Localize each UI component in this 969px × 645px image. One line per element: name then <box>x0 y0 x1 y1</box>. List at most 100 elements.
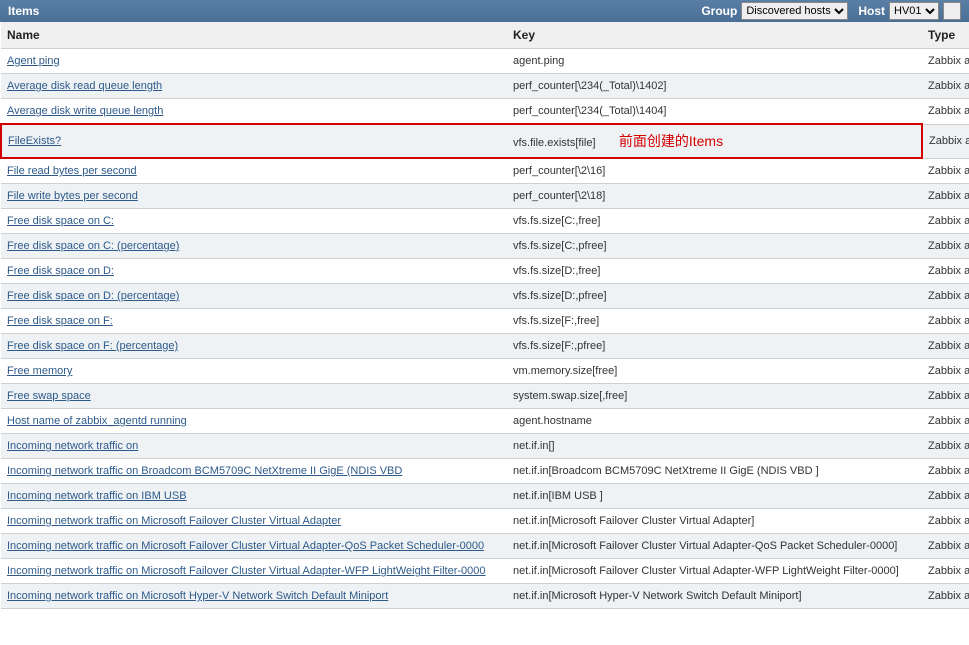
table-row: Free disk space on F: (percentage) vfs.fs… <box>1 334 969 359</box>
cell-type: Zabbix agent <box>922 99 969 125</box>
cell-key: vfs.fs.size[C:,free] <box>507 209 922 234</box>
cell-key: net.if.in[Microsoft Failover Cluster Vir… <box>507 559 922 584</box>
cell-type: Zabbix agent <box>922 534 969 559</box>
item-link[interactable]: Free disk space on F: (percentage) <box>7 340 178 352</box>
item-link[interactable]: Incoming network traffic on IBM USB <box>7 490 187 502</box>
cell-key: net.if.in[Microsoft Failover Cluster Vir… <box>507 509 922 534</box>
item-link[interactable]: Average disk read queue length <box>7 80 162 92</box>
item-key-text: vfs.file.exists[file] <box>513 137 596 149</box>
item-link[interactable]: Incoming network traffic on Microsoft Fa… <box>7 565 486 577</box>
item-link[interactable]: Incoming network traffic on Broadcom BCM… <box>7 465 402 477</box>
cell-name: Incoming network traffic on Broadcom BCM… <box>1 459 507 484</box>
item-link[interactable]: File write bytes per second <box>7 190 138 202</box>
item-link[interactable]: Incoming network traffic on Microsoft Fa… <box>7 540 484 552</box>
cell-name: File write bytes per second <box>1 184 507 209</box>
item-link[interactable]: Incoming network traffic on <box>7 440 138 452</box>
cell-name: Agent ping <box>1 49 507 74</box>
host-select[interactable]: HV01 <box>889 2 939 20</box>
cell-key: vfs.file.exists[file] 前面创建的Items <box>507 124 922 158</box>
col-header-type[interactable]: Type <box>922 22 969 49</box>
cell-type: Zabbix agent <box>922 434 969 459</box>
item-link[interactable]: Free disk space on F: <box>7 315 113 327</box>
cell-type: Zabbix agent <box>922 484 969 509</box>
cell-key: vfs.fs.size[F:,free] <box>507 309 922 334</box>
item-key-text: system.swap.size[,free] <box>513 390 627 402</box>
host-label: Host <box>858 4 885 18</box>
horizontal-scrollbar[interactable] <box>0 609 969 627</box>
cell-key: perf_counter[\2\18] <box>507 184 922 209</box>
item-key-text: perf_counter[\2\16] <box>513 165 605 177</box>
header-title: Items <box>8 4 39 18</box>
cell-name: Free memory <box>1 359 507 384</box>
item-link[interactable]: Agent ping <box>7 55 60 67</box>
annotation-text: 前面创建的Items <box>596 133 724 149</box>
item-key-text: net.if.in[Microsoft Hyper-V Network Swit… <box>513 590 802 602</box>
cell-type: Zabbix agent <box>922 124 969 158</box>
item-link[interactable]: Incoming network traffic on Microsoft Fa… <box>7 515 341 527</box>
cell-type: Zabbix agent <box>922 49 969 74</box>
item-link[interactable]: Free memory <box>7 365 72 377</box>
cell-name: Average disk write queue length <box>1 99 507 125</box>
table-row: Agent pingagent.pingZabbix agent <box>1 49 969 74</box>
cell-type: Zabbix agent <box>922 459 969 484</box>
col-header-name[interactable]: Name <box>1 22 507 49</box>
table-row: Host name of zabbix_agentd running agent.… <box>1 409 969 434</box>
group-select[interactable]: Discovered hosts <box>741 2 848 20</box>
table-row: Free disk space on F: vfs.fs.size[F:,free… <box>1 309 969 334</box>
cell-type: Zabbix agent <box>922 158 969 184</box>
col-header-key[interactable]: Key <box>507 22 922 49</box>
cell-name: FileExists? <box>1 124 507 158</box>
cell-key: net.if.in[] <box>507 434 922 459</box>
cell-type: Zabbix agent <box>922 509 969 534</box>
item-key-text: agent.hostname <box>513 415 592 427</box>
cell-name: File read bytes per second <box>1 158 507 184</box>
table-row: Average disk read queue lengthperf_count… <box>1 74 969 99</box>
table-row: Free disk space on C: (percentage) vfs.fs… <box>1 234 969 259</box>
cell-name: Incoming network traffic on Microsoft Fa… <box>1 534 507 559</box>
item-key-text: net.if.in[Microsoft Failover Cluster Vir… <box>513 515 754 527</box>
table-row: FileExists? vfs.file.exists[file] 前面创建的It… <box>1 124 969 158</box>
item-key-text: perf_counter[\234(_Total)\1404] <box>513 105 667 117</box>
cell-key: net.if.in[Microsoft Failover Cluster Vir… <box>507 534 922 559</box>
cell-name: Incoming network traffic on IBM USB <box>1 484 507 509</box>
cell-key: net.if.in[IBM USB ] <box>507 484 922 509</box>
cell-key: vfs.fs.size[C:,pfree] <box>507 234 922 259</box>
table-row: File read bytes per second perf_counter[\… <box>1 158 969 184</box>
cell-key: perf_counter[\2\16] <box>507 158 922 184</box>
item-key-text: net.if.in[Microsoft Failover Cluster Vir… <box>513 540 897 552</box>
table-row: Incoming network traffic on Microsoft Fa… <box>1 559 969 584</box>
cell-type: Zabbix agent <box>922 74 969 99</box>
cell-type: Zabbix agent <box>922 359 969 384</box>
header-action-button[interactable] <box>943 2 961 20</box>
cell-name: Free disk space on F: (percentage) <box>1 334 507 359</box>
cell-key: vfs.fs.size[F:,pfree] <box>507 334 922 359</box>
item-key-text: vfs.fs.size[D:,free] <box>513 265 600 277</box>
table-row: Free disk space on D: vfs.fs.size[D:,free… <box>1 259 969 284</box>
item-link[interactable]: FileExists? <box>8 135 61 147</box>
item-key-text: vfs.fs.size[C:,pfree] <box>513 240 607 252</box>
cell-type: Zabbix agent <box>922 384 969 409</box>
cell-name: Incoming network traffic on Microsoft Fa… <box>1 559 507 584</box>
item-link[interactable]: Free disk space on D: <box>7 265 114 277</box>
item-link[interactable]: Free swap space <box>7 390 91 402</box>
table-row: Free memoryvm.memory.size[free]Zabbix ag… <box>1 359 969 384</box>
item-key-text: perf_counter[\2\18] <box>513 190 605 202</box>
items-table: Name Key Type Agent pingagent.pingZabbix… <box>0 22 969 609</box>
table-row: Incoming network traffic on Broadcom BCM… <box>1 459 969 484</box>
item-link[interactable]: Free disk space on C: <box>7 215 114 227</box>
item-link[interactable]: Free disk space on C: (percentage) <box>7 240 179 252</box>
item-link[interactable]: File read bytes per second <box>7 165 137 177</box>
item-key-text: net.if.in[] <box>513 440 555 452</box>
cell-name: Free disk space on F: <box>1 309 507 334</box>
item-link[interactable]: Host name of zabbix_agentd running <box>7 415 187 427</box>
item-link[interactable]: Incoming network traffic on Microsoft Hy… <box>7 590 388 602</box>
table-row: Incoming network traffic on net.if.in[] Za… <box>1 434 969 459</box>
cell-name: Host name of zabbix_agentd running <box>1 409 507 434</box>
table-row: Incoming network traffic on Microsoft Fa… <box>1 509 969 534</box>
items-header-bar: Items Group Discovered hosts Host HV01 <box>0 0 969 22</box>
item-link[interactable]: Average disk write queue length <box>7 105 163 117</box>
table-row: Incoming network traffic on IBM USB net.i… <box>1 484 969 509</box>
cell-type: Zabbix agent <box>922 234 969 259</box>
item-link[interactable]: Free disk space on D: (percentage) <box>7 290 179 302</box>
cell-name: Free disk space on C: <box>1 209 507 234</box>
